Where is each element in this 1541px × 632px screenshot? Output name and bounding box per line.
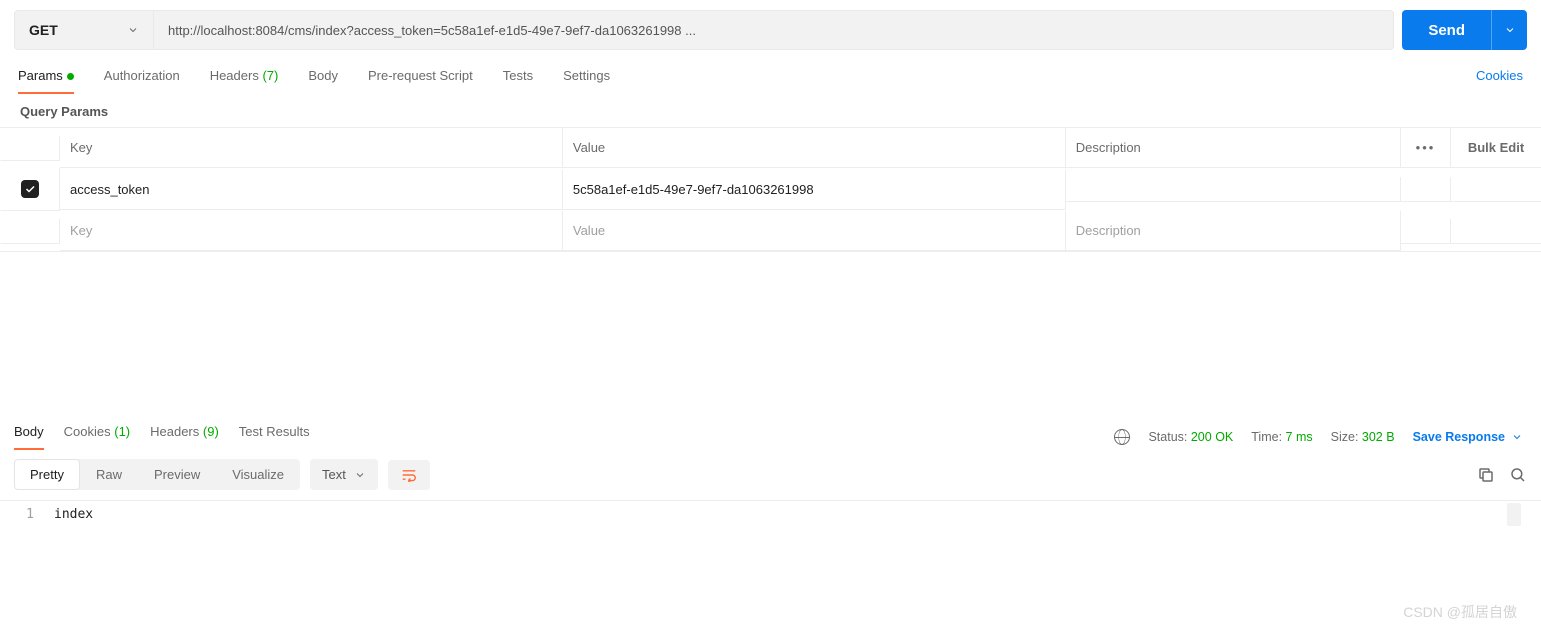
time-label: Time: 7 ms: [1251, 430, 1312, 444]
check-icon: [24, 183, 36, 195]
resp-tab-headers[interactable]: Headers (9): [150, 424, 219, 449]
checkbox[interactable]: [21, 180, 39, 198]
view-preview[interactable]: Preview: [138, 459, 216, 490]
resp-tab-body[interactable]: Body: [14, 424, 44, 449]
param-desc-placeholder[interactable]: Description: [1066, 211, 1401, 251]
view-pretty[interactable]: Pretty: [14, 459, 80, 490]
resp-tab-tests[interactable]: Test Results: [239, 424, 310, 449]
method-select[interactable]: GET: [14, 10, 154, 50]
more-icon[interactable]: •••: [1401, 128, 1451, 168]
tab-authorization[interactable]: Authorization: [104, 60, 180, 93]
body-text: index: [54, 507, 93, 522]
dot-icon: [67, 73, 74, 80]
col-key: Key: [60, 128, 563, 168]
param-value-placeholder[interactable]: Value: [563, 211, 1066, 251]
resp-tab-cookies[interactable]: Cookies (1): [64, 424, 130, 449]
size-label: Size: 302 B: [1331, 430, 1395, 444]
param-key[interactable]: access_token: [60, 170, 563, 210]
chevron-down-icon: [127, 24, 139, 36]
cookies-link[interactable]: Cookies: [1476, 60, 1523, 93]
tab-prerequest[interactable]: Pre-request Script: [368, 60, 473, 93]
chevron-down-icon: [354, 469, 366, 481]
search-icon[interactable]: [1509, 466, 1527, 484]
param-desc[interactable]: [1066, 177, 1401, 202]
line-number: 1: [14, 507, 54, 522]
chevron-down-icon: [1511, 431, 1523, 443]
url-input[interactable]: http://localhost:8084/cms/index?access_t…: [154, 10, 1394, 50]
query-params-table: Key Value Description ••• Bulk Edit acce…: [0, 127, 1541, 252]
tab-settings[interactable]: Settings: [563, 60, 610, 93]
method-value: GET: [29, 22, 58, 38]
view-visualize[interactable]: Visualize: [216, 459, 300, 490]
copy-icon[interactable]: [1477, 466, 1495, 484]
chevron-down-icon: [1504, 24, 1516, 36]
col-desc: Description: [1066, 128, 1401, 168]
table-row: access_token 5c58a1ef-e1d5-49e7-9ef7-da1…: [0, 168, 1541, 211]
send-button[interactable]: Send: [1402, 10, 1491, 50]
send-more-button[interactable]: [1491, 10, 1527, 50]
save-response-button[interactable]: Save Response: [1413, 430, 1523, 444]
wrap-lines-button[interactable]: [388, 460, 430, 490]
globe-icon[interactable]: [1114, 429, 1130, 445]
response-body[interactable]: 1 index: [0, 500, 1541, 528]
param-key-placeholder[interactable]: Key: [60, 211, 563, 251]
status-label: Status: 200 OK: [1148, 430, 1233, 444]
tab-headers[interactable]: Headers (7): [210, 60, 279, 93]
wrap-icon: [400, 468, 418, 482]
tab-params[interactable]: Params: [18, 60, 74, 93]
view-raw[interactable]: Raw: [80, 459, 138, 490]
tab-tests[interactable]: Tests: [503, 60, 533, 93]
format-select[interactable]: Text: [310, 459, 378, 490]
table-row-blank: Key Value Description: [0, 211, 1541, 251]
view-mode-segment: Pretty Raw Preview Visualize: [14, 459, 300, 490]
tab-body[interactable]: Body: [308, 60, 338, 93]
watermark: CSDN @孤居自傲: [1403, 602, 1517, 622]
param-value[interactable]: 5c58a1ef-e1d5-49e7-9ef7-da1063261998: [563, 170, 1066, 210]
query-params-title: Query Params: [0, 94, 1541, 127]
col-value: Value: [563, 128, 1066, 168]
bulk-edit-button[interactable]: Bulk Edit: [1451, 128, 1541, 168]
